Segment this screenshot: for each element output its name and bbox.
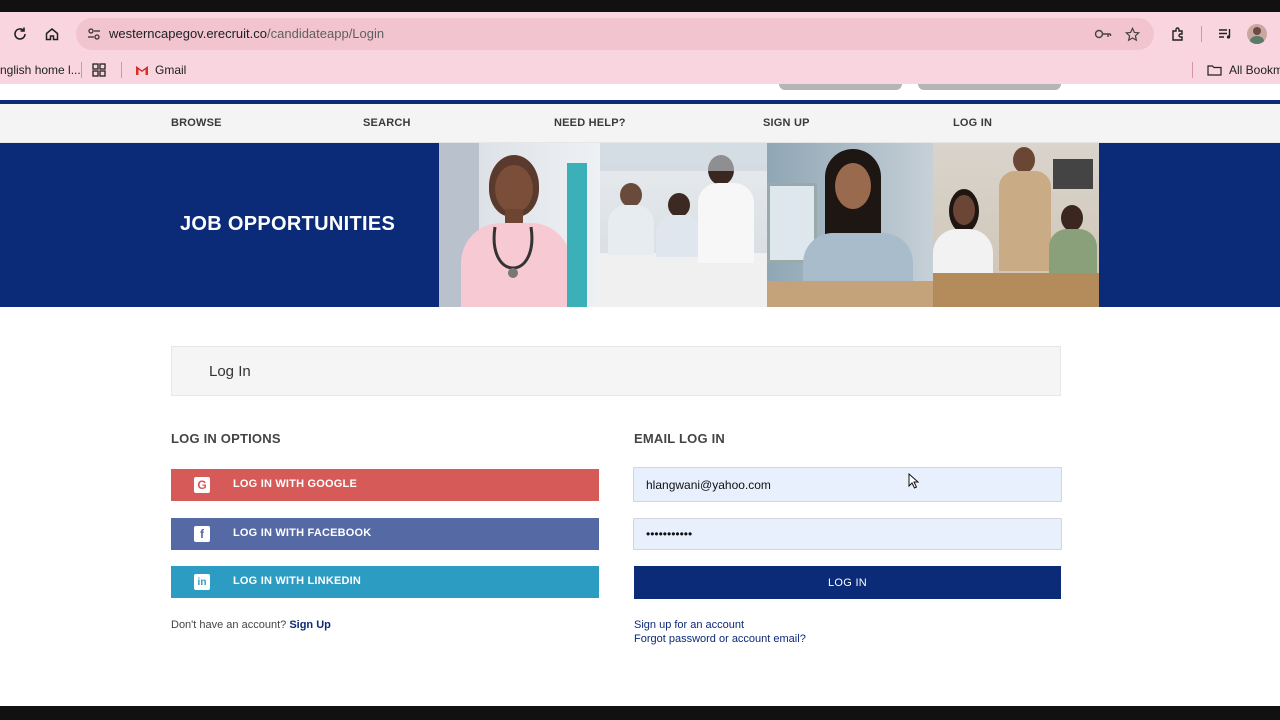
bookmark-separator — [121, 62, 122, 78]
nav-log-in[interactable]: LOG IN — [953, 117, 992, 129]
signup-account-link[interactable]: Sign up for an account — [634, 619, 744, 631]
nav-sign-up[interactable]: SIGN UP — [763, 117, 810, 129]
facebook-login-button[interactable]: f LOG IN WITH FACEBOOK — [171, 518, 599, 550]
url-text: westerncapegov.erecruit.co/candidateapp/… — [109, 26, 384, 41]
no-account-text: Don't have an account? Sign Up — [171, 619, 331, 631]
header-tab[interactable] — [918, 84, 1061, 90]
password-field-wrapper — [633, 518, 1062, 550]
bookmark-label: Gmail — [155, 63, 187, 77]
banner-photo-business — [933, 143, 1099, 307]
password-field[interactable] — [634, 519, 1061, 549]
url-path: /candidateapp/Login — [267, 26, 385, 41]
banner-photo-computer — [767, 143, 933, 307]
banner-photo-nurse — [439, 143, 600, 307]
nav-browse[interactable]: BROWSE — [171, 117, 222, 129]
window-bottom-strip — [0, 706, 1280, 720]
apps-grid-icon[interactable] — [92, 60, 106, 80]
banner-photo-meeting — [600, 143, 767, 307]
linkedin-login-label: LOG IN WITH LINKEDIN — [233, 575, 362, 587]
main-nav: BROWSE SEARCH NEED HELP? SIGN UP LOG IN — [0, 104, 1280, 143]
email-field[interactable] — [634, 468, 1061, 501]
all-bookmarks[interactable]: All Bookma — [1207, 60, 1280, 80]
google-login-button[interactable]: G LOG IN WITH GOOGLE — [171, 469, 599, 501]
mouse-cursor — [908, 473, 920, 489]
forgot-password-link[interactable]: Forgot password or account email? — [634, 633, 806, 645]
toolbar-divider — [1201, 26, 1202, 42]
extensions-icon[interactable] — [1164, 20, 1192, 48]
profile-avatar[interactable] — [1243, 20, 1271, 48]
banner-title: JOB OPPORTUNITIES — [180, 213, 396, 235]
bookmark-label: nglish home l... — [0, 63, 81, 77]
bookmark-gmail[interactable]: Gmail — [135, 60, 186, 80]
bookmark-separator — [81, 62, 82, 78]
email-field-wrapper — [633, 467, 1062, 502]
reload-icon[interactable] — [6, 20, 34, 48]
linkedin-login-button[interactable]: in LOG IN WITH LINKEDIN — [171, 566, 599, 598]
sign-up-link[interactable]: Sign Up — [289, 619, 331, 631]
no-account-label: Don't have an account? — [171, 619, 287, 631]
bookmark-star-icon[interactable] — [1122, 24, 1142, 44]
linkedin-icon: in — [194, 574, 210, 590]
site-top-area — [0, 84, 1280, 100]
google-icon: G — [194, 477, 210, 493]
window-top-strip — [0, 0, 1280, 12]
bookmark-separator — [1192, 62, 1193, 78]
google-login-label: LOG IN WITH GOOGLE — [233, 478, 357, 490]
login-button[interactable]: LOG IN — [634, 566, 1061, 599]
facebook-icon: f — [194, 526, 210, 542]
page-title: Log In — [209, 363, 251, 380]
nav-search[interactable]: SEARCH — [363, 117, 411, 129]
site-settings-icon[interactable] — [84, 24, 104, 44]
browser-toolbar: westerncapegov.erecruit.co/candidateapp/… — [0, 12, 1280, 56]
bookmarks-bar: nglish home l... Gmail All Bookma — [0, 56, 1280, 84]
login-options-title: LOG IN OPTIONS — [171, 431, 281, 446]
home-icon[interactable] — [38, 20, 66, 48]
folder-icon — [1207, 64, 1222, 76]
address-bar[interactable]: westerncapegov.erecruit.co/candidateapp/… — [76, 18, 1154, 50]
gmail-icon — [135, 65, 149, 76]
hero-banner: JOB OPPORTUNITIES — [0, 143, 1280, 307]
media-icon[interactable] — [1211, 20, 1239, 48]
email-login-title: EMAIL LOG IN — [634, 431, 725, 446]
bookmark-english-home[interactable]: nglish home l... — [0, 60, 81, 80]
nav-need-help[interactable]: NEED HELP? — [554, 117, 626, 129]
facebook-login-label: LOG IN WITH FACEBOOK — [233, 527, 372, 539]
password-key-icon[interactable] — [1093, 24, 1113, 44]
header-tab[interactable] — [779, 84, 902, 90]
all-bookmarks-label: All Bookma — [1229, 63, 1280, 77]
url-domain: westerncapegov.erecruit.co — [109, 26, 268, 41]
login-heading-box: Log In — [171, 346, 1061, 396]
